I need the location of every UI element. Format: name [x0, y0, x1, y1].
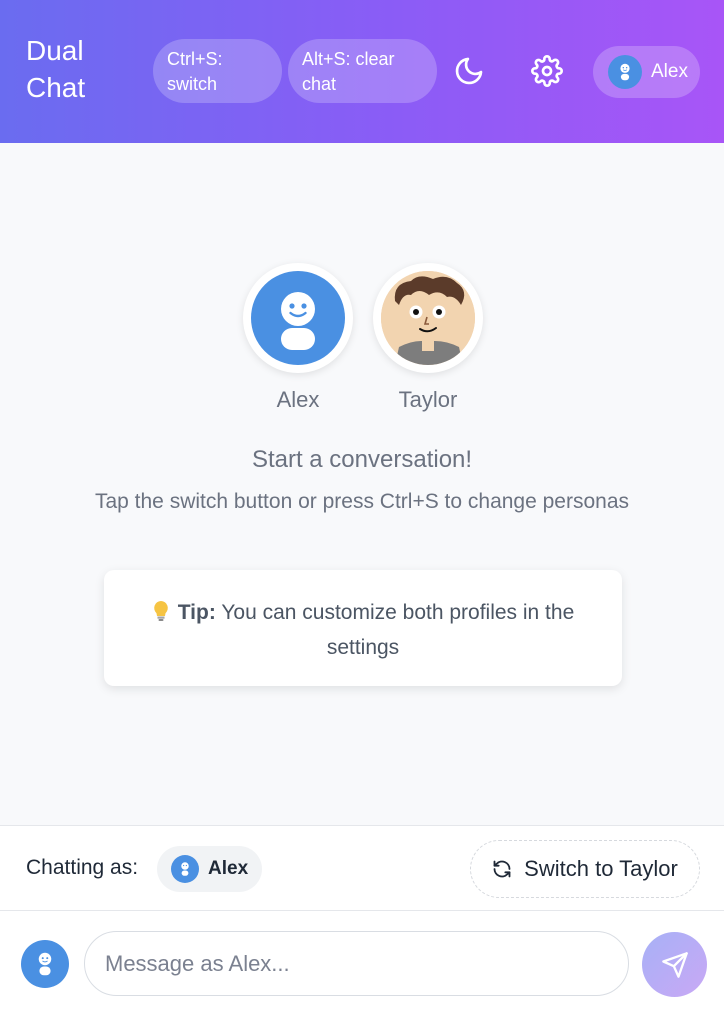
current-persona-chip: Alex: [157, 846, 262, 892]
cartoon-face-avatar: [381, 271, 475, 365]
current-user-name: Alex: [651, 61, 688, 82]
clear-chat-shortcut-hint: Alt+S: clear chat: [288, 39, 437, 103]
lightbulb-icon: [152, 600, 170, 632]
empty-state-subtitle: Tap the switch button or press Ctrl+S to…: [94, 490, 630, 513]
persona-taylor: Taylor: [373, 263, 483, 413]
message-composer: [0, 911, 724, 1014]
tip-label: Tip:: [177, 601, 216, 624]
settings-button[interactable]: [527, 51, 567, 91]
robot-avatar-icon: [171, 855, 199, 883]
switch-shortcut-hint: Ctrl+S: switch: [153, 39, 282, 103]
robot-avatar-icon: [251, 271, 345, 365]
switch-persona-button[interactable]: Switch to Taylor: [470, 840, 700, 898]
app-title: Dual Chat: [26, 35, 86, 103]
send-icon: [661, 951, 688, 978]
chatting-as-label: Chatting as:: [26, 856, 139, 879]
tip-card: Tip: You can customize both profiles in …: [104, 570, 622, 686]
theme-toggle-button[interactable]: [449, 51, 489, 91]
send-button[interactable]: [642, 932, 707, 997]
persona-bar: Chatting as: Alex Switch to Taylor: [0, 825, 724, 911]
moon-icon: [455, 57, 483, 85]
gear-icon: [531, 55, 563, 87]
tip-text: You can customize both profiles in the s…: [221, 601, 575, 659]
avatar: [243, 263, 353, 373]
robot-avatar-icon: [21, 940, 69, 988]
persona-name: Taylor: [398, 387, 458, 412]
robot-avatar-icon: [608, 55, 642, 89]
persona-alex: Alex: [243, 263, 353, 413]
chat-area: Alex Taylor Start a conversation! Tap th…: [0, 143, 724, 825]
app-header: Dual Chat Ctrl+S: switch Alt+S: clear ch…: [0, 0, 724, 143]
current-persona-name: Alex: [208, 858, 249, 879]
empty-state-title: Start a conversation!: [251, 446, 473, 473]
avatar: [373, 263, 483, 373]
refresh-icon: [493, 860, 511, 878]
switch-persona-label: Switch to Taylor: [524, 856, 678, 881]
current-user-chip[interactable]: Alex: [593, 46, 700, 98]
persona-name: Alex: [276, 387, 320, 412]
message-input[interactable]: [84, 931, 629, 996]
